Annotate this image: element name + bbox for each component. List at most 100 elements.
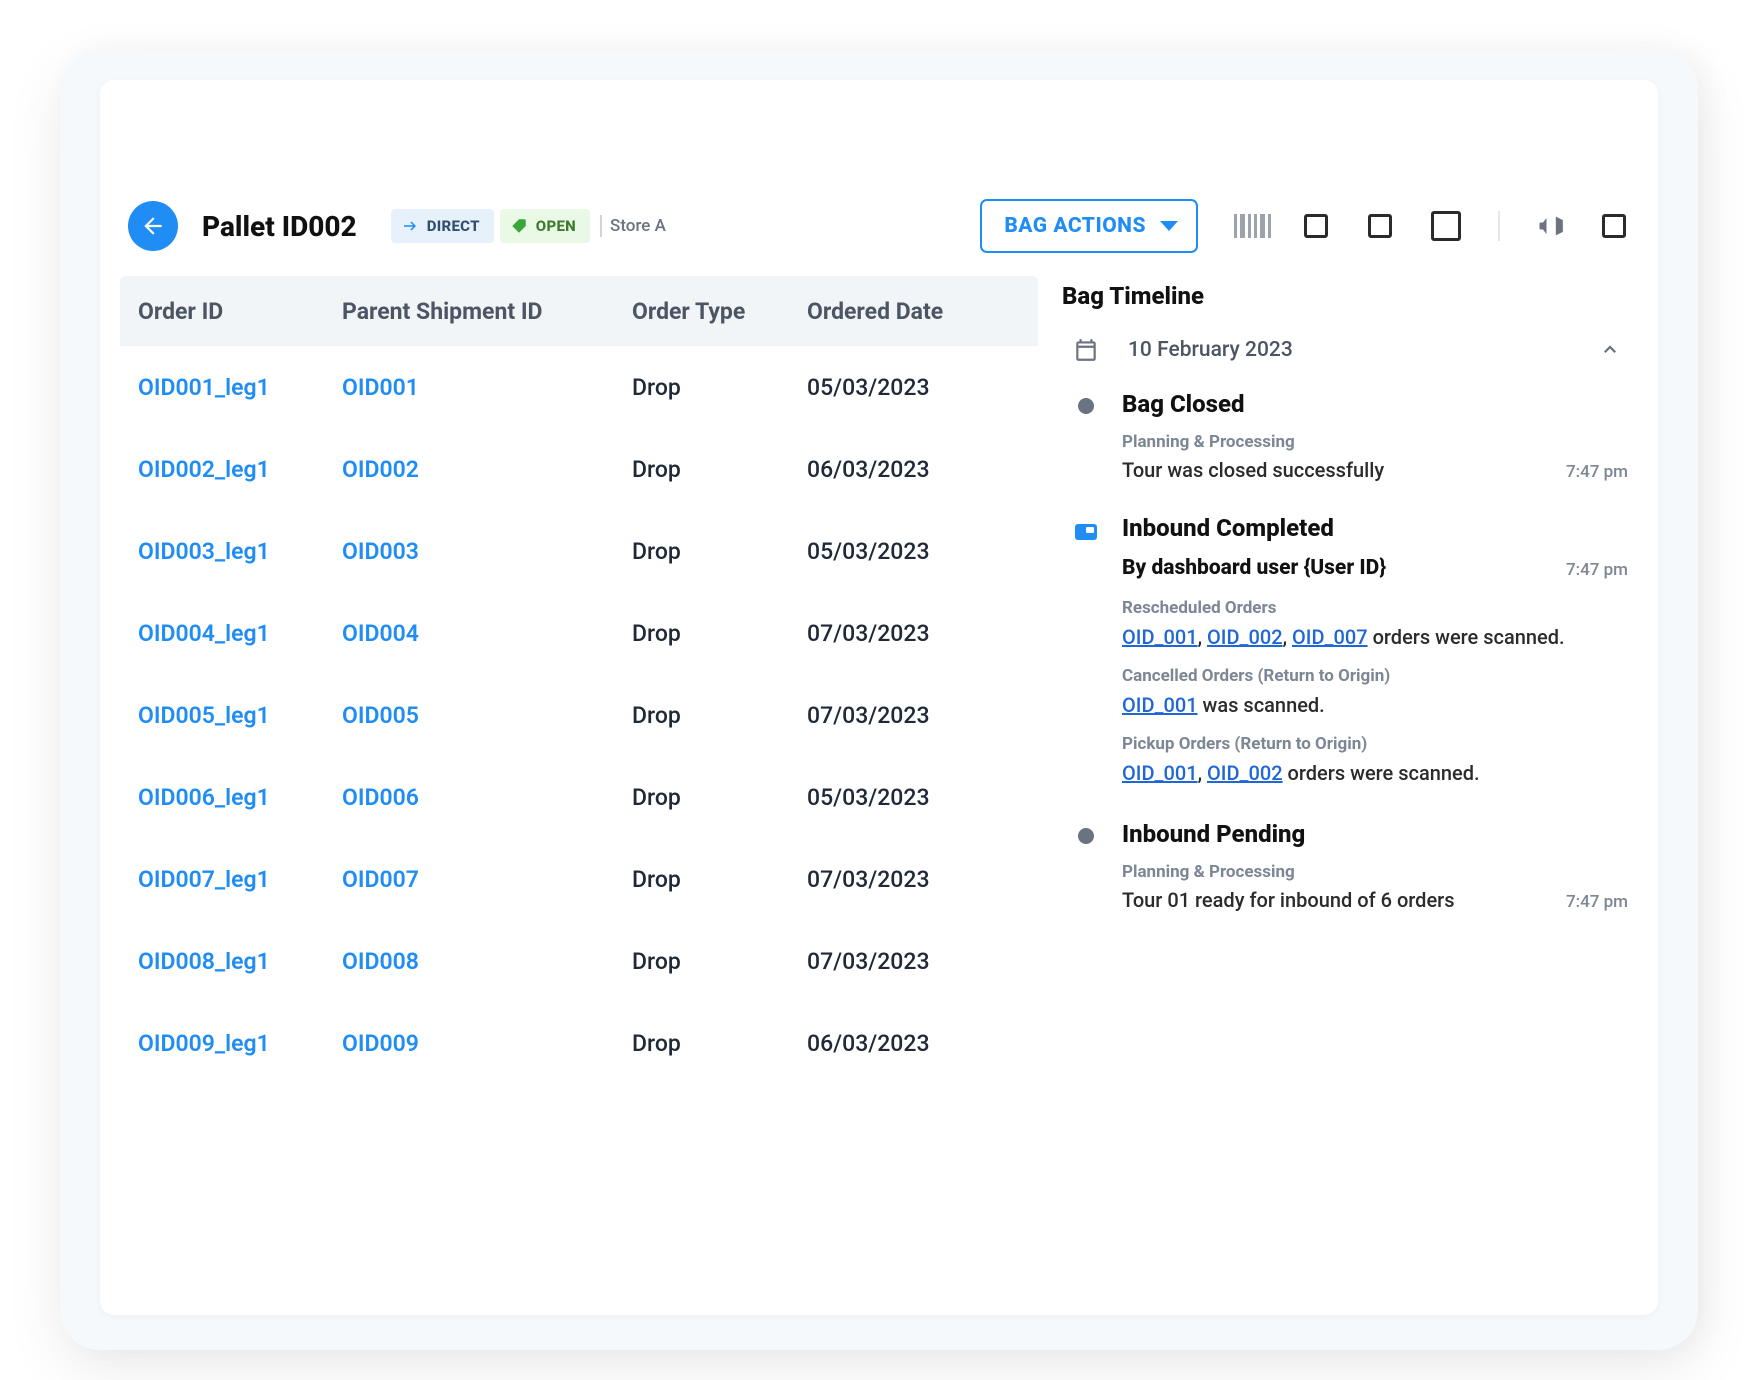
order-id-link[interactable]: OID007_leg1 <box>132 866 342 893</box>
group-text: OID_001, OID_002 orders were scanned. <box>1122 758 1628 788</box>
tag-icon <box>510 217 528 235</box>
collapse-button[interactable] <box>1598 338 1622 362</box>
event-title: Inbound Completed <box>1122 514 1628 542</box>
event-desc: Tour was closed successfully <box>1122 458 1548 482</box>
arrow-left-icon <box>140 213 166 239</box>
square-icon <box>1602 214 1626 238</box>
barcode-icon <box>1234 214 1271 238</box>
order-id-link[interactable]: OID004_leg1 <box>132 620 342 647</box>
order-type-cell: Drop <box>632 784 807 811</box>
event-title: Bag Closed <box>1122 390 1628 418</box>
event-title: Inbound Pending <box>1122 820 1628 848</box>
square-icon <box>1304 214 1328 238</box>
order-link[interactable]: OID_001 <box>1122 761 1198 785</box>
th-ordered-date[interactable]: Ordered Date <box>807 298 1007 325</box>
group-label: Pickup Orders (Return to Origin) <box>1122 734 1628 754</box>
toolbar-action-3[interactable] <box>1430 210 1462 242</box>
toolbar-action-2[interactable] <box>1366 212 1394 240</box>
ordered-date-cell: 07/03/2023 <box>807 620 1007 647</box>
order-id-link[interactable]: OID003_leg1 <box>132 538 342 565</box>
parent-shipment-link[interactable]: OID009 <box>342 1030 632 1057</box>
parent-shipment-link[interactable]: OID007 <box>342 866 632 893</box>
order-link[interactable]: OID_001 <box>1122 625 1198 649</box>
timeline-list: Bag Closed Planning & Processing Tour wa… <box>1062 382 1628 936</box>
order-link[interactable]: OID_001 <box>1122 693 1198 717</box>
page-title: Pallet ID002 <box>202 210 357 243</box>
parent-shipment-link[interactable]: OID002 <box>342 456 632 483</box>
toolbar-divider <box>1498 211 1500 241</box>
direct-chip: DIRECT <box>391 209 494 243</box>
order-type-cell: Drop <box>632 1030 807 1057</box>
back-button[interactable] <box>128 201 178 251</box>
event-subtitle: Planning & Processing <box>1122 862 1628 882</box>
event-subtitle: Planning & Processing <box>1122 432 1628 452</box>
order-type-cell: Drop <box>632 702 807 729</box>
top-spacer <box>100 80 1658 190</box>
timeline-date-row[interactable]: 10 February 2023 <box>1062 328 1628 382</box>
arrow-right-icon <box>401 217 419 235</box>
main-panel: Pallet ID002 DIRECT OPEN Store A BAG ACT… <box>100 80 1658 1315</box>
dot-icon <box>1078 828 1094 844</box>
order-id-link[interactable]: OID002_leg1 <box>132 456 342 483</box>
timeline-item-inbound-pending: Inbound Pending Planning & Processing To… <box>1062 812 1628 936</box>
order-link[interactable]: OID_002 <box>1207 625 1283 649</box>
ordered-date-cell: 06/03/2023 <box>807 456 1007 483</box>
dot-icon <box>1078 398 1094 414</box>
th-order-id[interactable]: Order ID <box>132 298 342 325</box>
parent-shipment-link[interactable]: OID005 <box>342 702 632 729</box>
order-id-link[interactable]: OID008_leg1 <box>132 948 342 975</box>
ordered-date-cell: 06/03/2023 <box>807 1030 1007 1057</box>
toolbar-action-4[interactable] <box>1600 212 1628 240</box>
app-window-frame: Pallet ID002 DIRECT OPEN Store A BAG ACT… <box>60 50 1698 1350</box>
parent-shipment-link[interactable]: OID001 <box>342 374 632 401</box>
table-body: OID001_leg1OID001Drop05/03/2023OID002_le… <box>120 346 1038 1084</box>
order-link[interactable]: OID_002 <box>1207 761 1283 785</box>
table-row: OID009_leg1OID009Drop06/03/2023 <box>120 1002 1038 1084</box>
group-text: OID_001, OID_002, OID_007 orders were sc… <box>1122 622 1628 652</box>
open-chip-label: OPEN <box>536 217 576 235</box>
open-chip: OPEN <box>500 209 590 243</box>
th-parent-shipment-id[interactable]: Parent Shipment ID <box>342 298 632 325</box>
ordered-date-cell: 07/03/2023 <box>807 866 1007 893</box>
barcode-button[interactable] <box>1238 212 1266 240</box>
group-label: Cancelled Orders (Return to Origin) <box>1122 666 1628 686</box>
ordered-date-cell: 05/03/2023 <box>807 374 1007 401</box>
ordered-date-cell: 07/03/2023 <box>807 948 1007 975</box>
th-order-type[interactable]: Order Type <box>632 298 807 325</box>
bag-actions-button[interactable]: BAG ACTIONS <box>980 199 1198 253</box>
toolbar-action-1[interactable] <box>1302 212 1330 240</box>
timeline-item-inbound-completed: Inbound Completed By dashboard user {Use… <box>1062 506 1628 812</box>
order-id-link[interactable]: OID001_leg1 <box>132 374 342 401</box>
caret-down-icon <box>1160 221 1178 231</box>
parent-shipment-link[interactable]: OID004 <box>342 620 632 647</box>
order-type-cell: Drop <box>632 538 807 565</box>
ordered-date-cell: 05/03/2023 <box>807 538 1007 565</box>
table-row: OID002_leg1OID002Drop06/03/2023 <box>120 428 1038 510</box>
bag-actions-label: BAG ACTIONS <box>1004 214 1146 238</box>
table-row: OID004_leg1OID004Drop07/03/2023 <box>120 592 1038 674</box>
parent-shipment-link[interactable]: OID003 <box>342 538 632 565</box>
event-time: 7:47 pm <box>1566 458 1628 482</box>
megaphone-icon <box>1536 212 1564 240</box>
parent-shipment-link[interactable]: OID008 <box>342 948 632 975</box>
order-id-link[interactable]: OID009_leg1 <box>132 1030 342 1057</box>
header-row: Pallet ID002 DIRECT OPEN Store A BAG ACT… <box>100 190 1658 262</box>
parent-shipment-link[interactable]: OID006 <box>342 784 632 811</box>
announce-button[interactable] <box>1536 212 1564 240</box>
order-type-cell: Drop <box>632 866 807 893</box>
pickup-group: Pickup Orders (Return to Origin) OID_001… <box>1122 734 1628 788</box>
ordered-date-cell: 07/03/2023 <box>807 702 1007 729</box>
order-type-cell: Drop <box>632 620 807 647</box>
content-area: Order ID Parent Shipment ID Order Type O… <box>100 262 1658 1315</box>
table-row: OID006_leg1OID006Drop05/03/2023 <box>120 756 1038 838</box>
order-id-link[interactable]: OID005_leg1 <box>132 702 342 729</box>
direct-chip-label: DIRECT <box>427 217 480 235</box>
inbound-icon <box>1075 524 1097 540</box>
order-id-link[interactable]: OID006_leg1 <box>132 784 342 811</box>
order-type-cell: Drop <box>632 948 807 975</box>
square-icon <box>1368 214 1392 238</box>
order-type-cell: Drop <box>632 374 807 401</box>
table-row: OID007_leg1OID007Drop07/03/2023 <box>120 838 1038 920</box>
table-row: OID001_leg1OID001Drop05/03/2023 <box>120 346 1038 428</box>
order-link[interactable]: OID_007 <box>1292 625 1368 649</box>
